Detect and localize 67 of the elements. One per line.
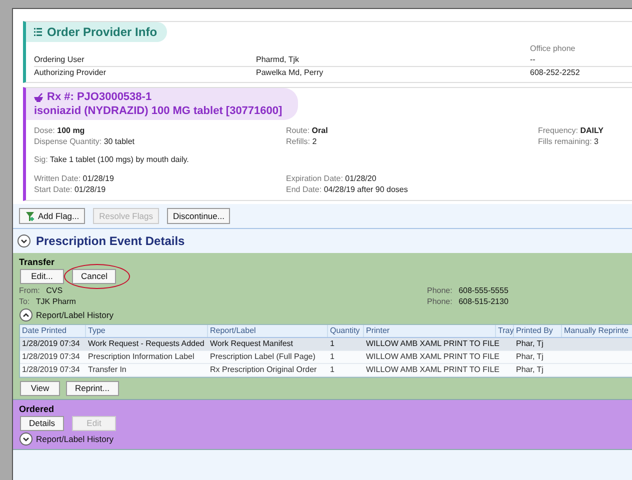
field: End Date: 04/28/19 after 90 doses <box>286 184 632 195</box>
table-cell-text: Transfer In <box>87 364 128 376</box>
table-cell-text: 1/28/2019 07:34 <box>21 351 81 363</box>
field-value: -- <box>530 54 632 67</box>
flag-plus-icon <box>25 211 35 221</box>
section-label: Report/Label History <box>36 310 114 320</box>
column-header: Office phone <box>530 44 576 54</box>
field: Dose: 100 mg <box>34 125 286 136</box>
table-cell-text: Prescription Label (Full Page) <box>209 351 316 363</box>
field: Phone: 608-515-2130 <box>427 296 632 307</box>
field: Phone: 608-555-5555 <box>427 285 632 296</box>
button[interactable]: Cancel <box>72 269 116 284</box>
field: To: TJK Pharm <box>19 296 427 307</box>
column-header: Type <box>86 325 208 337</box>
field-value: 608-252-2252 <box>530 67 581 79</box>
table-cell-text: Rx Prescription Original Order <box>209 364 318 376</box>
table-cell-text: Phar, Tj <box>515 338 544 350</box>
field: Expiration Date: 01/28/20 <box>286 173 632 184</box>
table-row[interactable]: 1/28/2019 07:34 Transfer In Rx Prescription Original Order 1 WILLOW AMB XAML PRINT TO FILE Phar, Tj <box>20 364 632 377</box>
field: Written Date: 01/28/19 <box>34 173 286 184</box>
column-header: Manually Reprinte <box>562 325 632 337</box>
field: Start Date: 01/28/19 <box>34 184 286 195</box>
table-row[interactable]: 1/28/2019 07:34 Prescription Information Label Prescription Label (Full Page) 1 WILLOW AMB XAML PRINT TO FILE Phar, Tj <box>20 351 632 364</box>
list-icon <box>34 28 42 36</box>
button[interactable]: View <box>20 381 60 396</box>
table-cell-text: Work Request - Requests Added <box>87 338 206 350</box>
table-cell-text: Phar, Tj <box>515 364 544 376</box>
button[interactable]: Edit... <box>20 269 64 284</box>
column-header: Report/Label <box>208 325 328 337</box>
field: Fills remaining: 3 <box>538 136 632 147</box>
section-label: Report/Label History <box>36 434 114 444</box>
drug-name: isoniazid (NYDRAZID) 100 MG tablet [30771600] <box>34 104 282 118</box>
section-title: Prescription Event Details <box>36 233 185 249</box>
toolbar-button[interactable]: Discontinue... <box>166 208 230 224</box>
table-cell-text: 1 <box>329 364 336 376</box>
field-value: Pharmd, Tjk <box>256 54 530 67</box>
table-cell-text: 1/28/2019 07:34 <box>21 364 81 376</box>
event-title: Ordered <box>19 404 56 414</box>
mortar-pestle-icon <box>34 92 43 102</box>
event-title: Transfer <box>19 257 56 267</box>
column-header: Printed By <box>514 325 562 337</box>
chevron-down-circle-icon <box>17 234 31 248</box>
toolbar-button[interactable]: Add Flag... <box>19 208 86 224</box>
table-cell-text: 1/28/2019 07:34 <box>21 338 81 350</box>
section-title: Order Provider Info <box>47 24 158 40</box>
field: Refills: 2 <box>286 136 538 147</box>
button[interactable]: Reprint... <box>66 381 118 396</box>
table-row[interactable]: 1/28/2019 07:34 Work Request - Requests Added Work Request Manifest 1 WILLOW AMB XAML PRINT TO FILE Phar, Tj <box>20 338 632 351</box>
table-cell-text: 1 <box>329 351 336 363</box>
field-value: Pawelka Md, Perry <box>256 67 324 79</box>
field: Route: Oral <box>286 125 538 136</box>
field: From: CVS <box>19 285 427 296</box>
column-header: Tray <box>496 325 514 337</box>
field-label: Authorizing Provider <box>34 67 108 79</box>
sig-text: Sig: Take 1 tablet (100 mgs) by mouth daily. <box>33 155 190 165</box>
table-cell-text: Prescription Information Label <box>87 351 196 363</box>
field-label: Ordering User <box>34 54 256 67</box>
column-header: Date Printed <box>20 325 86 337</box>
button[interactable]: Details <box>20 416 64 431</box>
table-cell-text: Work Request Manifest <box>209 338 294 350</box>
field: Frequency: DAILY <box>538 125 632 136</box>
table-cell-text: 1 <box>329 338 336 350</box>
field: Dispense Quantity: 30 tablet <box>34 136 286 147</box>
rx-number: Rx #: PJO3000538-1 <box>47 90 152 104</box>
table-cell-text: Phar, Tj <box>515 351 544 363</box>
column-header: Quantity <box>328 325 364 337</box>
column-header: Printer <box>364 325 496 337</box>
